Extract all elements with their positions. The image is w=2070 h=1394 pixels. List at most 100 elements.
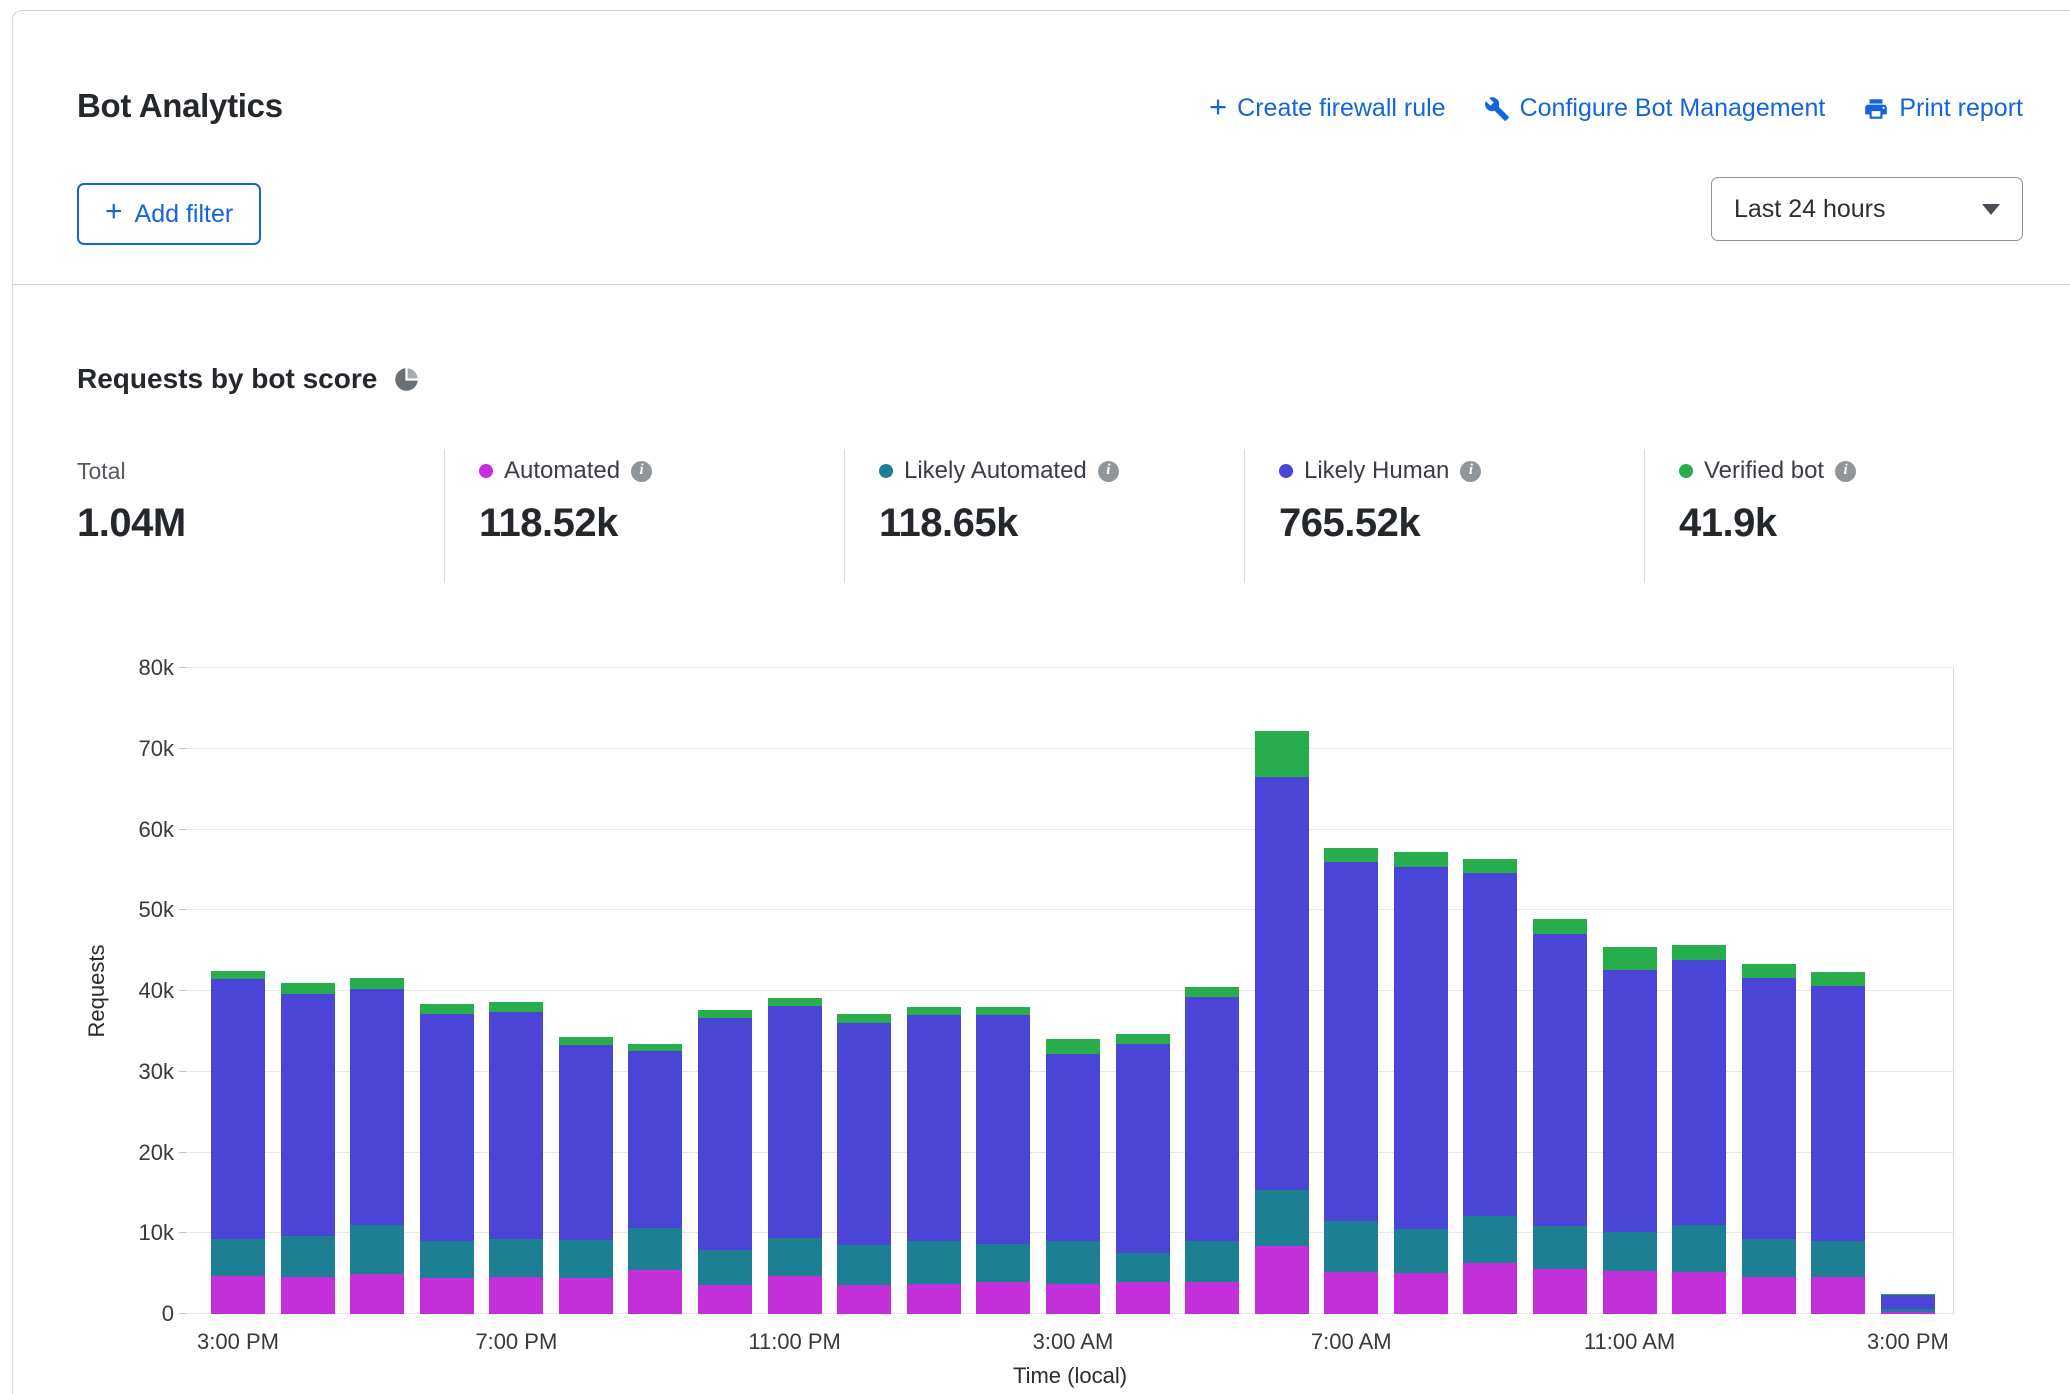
bar-segment[interactable] [1881, 1294, 1935, 1295]
bar-segment[interactable] [698, 1285, 752, 1314]
bar-segment[interactable] [907, 1015, 961, 1241]
bar-segment[interactable] [768, 1006, 822, 1238]
bar-segment[interactable] [1046, 1054, 1100, 1241]
bar-segment[interactable] [1255, 1190, 1309, 1247]
bar-segment[interactable] [837, 1014, 891, 1023]
bar-segment[interactable] [907, 1284, 961, 1314]
bar-segment[interactable] [1672, 1272, 1726, 1314]
bar-segment[interactable] [489, 1012, 543, 1239]
bar-segment[interactable] [350, 989, 404, 1225]
bar-segment[interactable] [559, 1240, 613, 1279]
bar[interactable] [1672, 668, 1726, 1314]
bar[interactable] [768, 668, 822, 1314]
bar[interactable] [1533, 668, 1587, 1314]
bar-segment[interactable] [1255, 777, 1309, 1190]
bar-segment[interactable] [1811, 986, 1865, 1240]
bar-segment[interactable] [1811, 1241, 1865, 1277]
bar[interactable] [420, 668, 474, 1314]
bar-segment[interactable] [559, 1045, 613, 1240]
bar[interactable] [837, 668, 891, 1314]
bar-segment[interactable] [1324, 862, 1378, 1221]
bar-segment[interactable] [420, 1014, 474, 1241]
bar-segment[interactable] [420, 1004, 474, 1014]
bar-segment[interactable] [1672, 960, 1726, 1226]
bar[interactable] [1116, 668, 1170, 1314]
bar-segment[interactable] [1533, 919, 1587, 934]
bar[interactable] [489, 668, 543, 1314]
bar-segment[interactable] [1324, 1272, 1378, 1314]
bar-segment[interactable] [420, 1241, 474, 1278]
bar-segment[interactable] [211, 1239, 265, 1276]
bar-segment[interactable] [1116, 1034, 1170, 1044]
bar-segment[interactable] [350, 1225, 404, 1273]
info-icon[interactable] [1098, 461, 1119, 482]
bar-segment[interactable] [211, 1276, 265, 1314]
bar-segment[interactable] [976, 1282, 1030, 1314]
bar-segment[interactable] [698, 1018, 752, 1251]
bar-segment[interactable] [837, 1245, 891, 1285]
bar[interactable] [211, 668, 265, 1314]
bar-segment[interactable] [1881, 1312, 1935, 1314]
info-icon[interactable] [1460, 461, 1481, 482]
bar-segment[interactable] [1811, 1277, 1865, 1314]
add-filter-button[interactable]: + Add filter [77, 183, 261, 245]
bar-segment[interactable] [907, 1241, 961, 1284]
bar-segment[interactable] [628, 1051, 682, 1229]
bar-segment[interactable] [1463, 859, 1517, 874]
bar-segment[interactable] [420, 1278, 474, 1314]
bar-segment[interactable] [1811, 972, 1865, 987]
bar-segment[interactable] [1116, 1253, 1170, 1282]
bar[interactable] [976, 668, 1030, 1314]
info-icon[interactable] [631, 461, 652, 482]
info-icon[interactable] [1835, 461, 1856, 482]
bar-segment[interactable] [907, 1007, 961, 1015]
bar-segment[interactable] [489, 1239, 543, 1277]
bar-segment[interactable] [698, 1250, 752, 1285]
bar-segment[interactable] [1533, 1269, 1587, 1314]
bar[interactable] [350, 668, 404, 1314]
bar-segment[interactable] [559, 1037, 613, 1045]
bar[interactable] [1881, 668, 1935, 1314]
bar[interactable] [559, 668, 613, 1314]
bar-segment[interactable] [1742, 1277, 1796, 1314]
bar[interactable] [1255, 668, 1309, 1314]
bar-segment[interactable] [1394, 1229, 1448, 1273]
bar-segment[interactable] [837, 1285, 891, 1314]
bar-segment[interactable] [628, 1270, 682, 1314]
bar-segment[interactable] [211, 971, 265, 979]
bar-segment[interactable] [628, 1228, 682, 1270]
bar-segment[interactable] [281, 1277, 335, 1314]
bar-segment[interactable] [1255, 1246, 1309, 1314]
bar-segment[interactable] [768, 998, 822, 1006]
bar-segment[interactable] [976, 1015, 1030, 1244]
configure-bot-management-link[interactable]: Configure Bot Management [1484, 94, 1826, 123]
bar-segment[interactable] [1185, 1282, 1239, 1314]
bar-segment[interactable] [1742, 978, 1796, 1239]
bar[interactable] [1742, 668, 1796, 1314]
bar-segment[interactable] [489, 1002, 543, 1012]
bar[interactable] [698, 668, 752, 1314]
bar[interactable] [281, 668, 335, 1314]
bar-segment[interactable] [1533, 1226, 1587, 1269]
bar-segment[interactable] [281, 983, 335, 994]
bar-segment[interactable] [1116, 1282, 1170, 1314]
bar-segment[interactable] [1046, 1039, 1100, 1054]
bar[interactable] [1603, 668, 1657, 1314]
bar-segment[interactable] [1324, 848, 1378, 862]
bar-segment[interactable] [1255, 731, 1309, 777]
bar-segment[interactable] [1185, 987, 1239, 997]
bar-segment[interactable] [768, 1238, 822, 1276]
bar-segment[interactable] [1463, 1263, 1517, 1314]
bar-segment[interactable] [1394, 852, 1448, 867]
bar-segment[interactable] [1394, 867, 1448, 1230]
bar[interactable] [628, 668, 682, 1314]
bar-segment[interactable] [1603, 947, 1657, 970]
bar-segment[interactable] [489, 1277, 543, 1314]
bar[interactable] [1394, 668, 1448, 1314]
bar[interactable] [1811, 668, 1865, 1314]
bar-segment[interactable] [1603, 970, 1657, 1232]
bar-segment[interactable] [1672, 1225, 1726, 1272]
bar-segment[interactable] [1881, 1295, 1935, 1310]
bar-segment[interactable] [976, 1244, 1030, 1282]
print-report-link[interactable]: Print report [1863, 94, 2023, 123]
